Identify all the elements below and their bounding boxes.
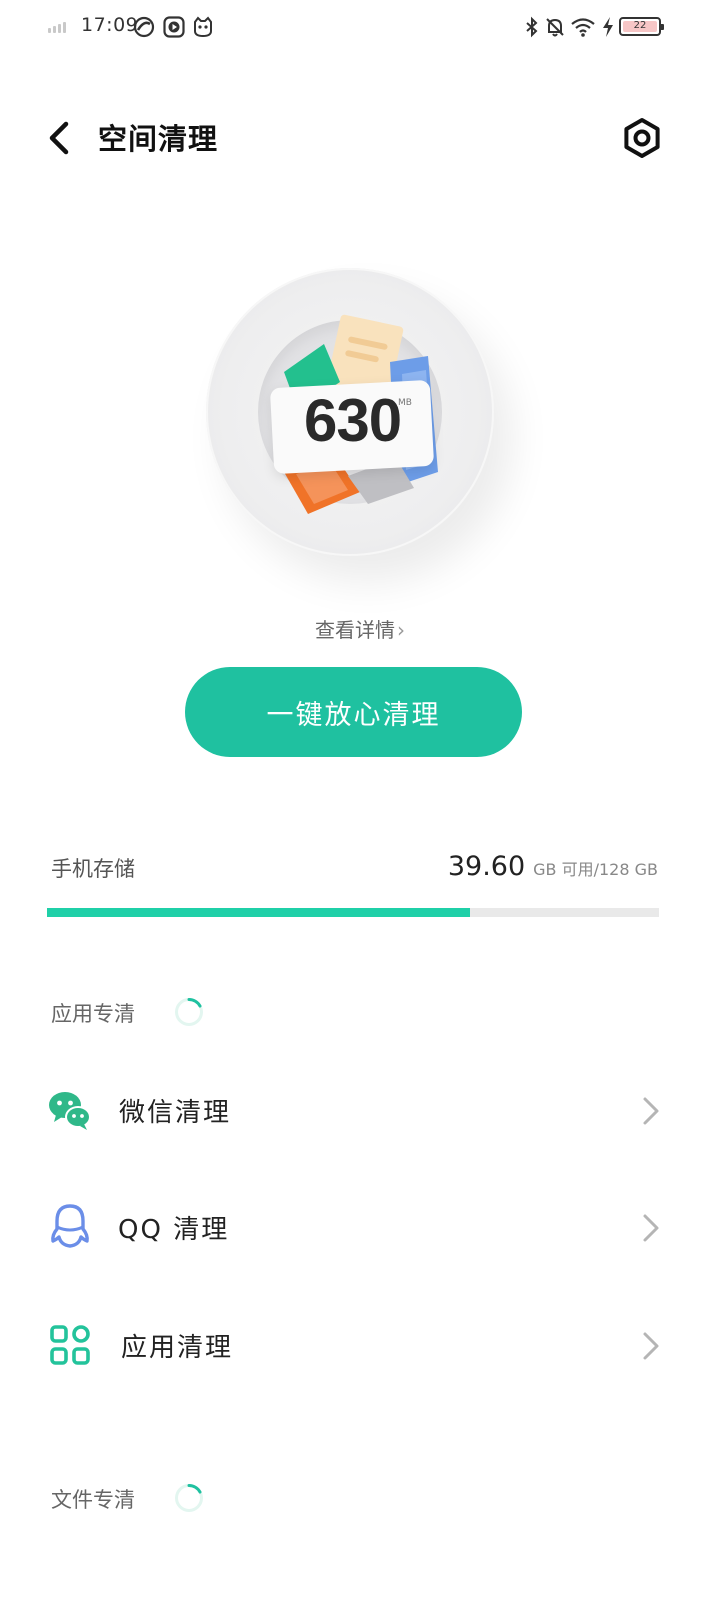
bell-off-icon	[546, 18, 564, 37]
storage-progress-fill	[47, 908, 470, 917]
file-clean-section-title: 文件专清	[51, 1488, 135, 1512]
view-details-link[interactable]: 查看详情 ›	[0, 614, 720, 643]
chevron-right-icon	[643, 1332, 659, 1360]
list-item-label: QQ 清理	[118, 1215, 230, 1245]
chevron-left-icon	[49, 121, 69, 155]
wifi-icon	[571, 18, 595, 37]
battery-level: 22	[633, 20, 647, 31]
cat-icon	[194, 16, 212, 38]
loading-spinner-icon	[175, 1483, 203, 1512]
one-tap-clean-label: 一键放心清理	[266, 699, 441, 731]
junk-amount: 630	[304, 387, 402, 454]
back-button[interactable]	[38, 116, 82, 160]
charging-icon	[603, 17, 613, 37]
wechat-icon	[49, 1092, 91, 1130]
play-icon	[163, 16, 185, 38]
storage-total: /128 GB	[593, 860, 658, 879]
storage-progress-bar	[47, 908, 659, 917]
storage-available-unit: GB 可用	[533, 860, 594, 879]
status-bar: 17:09 22	[0, 0, 720, 56]
apps-grid-icon	[50, 1325, 90, 1365]
settings-button[interactable]	[620, 116, 664, 160]
app-clean-section-title: 应用专清	[51, 1002, 135, 1026]
qq-icon	[51, 1204, 89, 1248]
list-item-qq-clean[interactable]: QQ 清理	[0, 1179, 720, 1275]
chevron-right-icon	[643, 1097, 659, 1125]
view-details-label: 查看详情	[315, 618, 395, 642]
status-time: 17:09	[81, 14, 139, 36]
cellular-signal-icon	[48, 22, 66, 33]
junk-size-graphic: 630 MB	[200, 262, 520, 582]
chevron-right-icon	[643, 1214, 659, 1242]
storage-label: 手机存储	[51, 857, 135, 881]
list-item-label: 应用清理	[121, 1333, 234, 1363]
loading-spinner-icon	[175, 997, 203, 1026]
bluetooth-icon	[526, 16, 538, 38]
list-item-app-clean[interactable]: 应用清理	[0, 1297, 720, 1393]
storage-value: 39.60 GB 可用/128 GB	[448, 851, 658, 882]
sync-icon	[133, 16, 155, 38]
junk-amount-unit: MB	[398, 398, 412, 408]
battery-icon: 22	[619, 17, 664, 36]
storage-available: 39.60	[447, 851, 526, 882]
chevron-right-icon: ›	[397, 618, 405, 642]
one-tap-clean-button[interactable]: 一键放心清理	[185, 667, 522, 757]
settings-icon	[624, 118, 660, 158]
list-item-wechat-clean[interactable]: 微信清理	[0, 1062, 720, 1158]
page-title: 空间清理	[98, 122, 219, 156]
list-item-label: 微信清理	[119, 1098, 232, 1128]
